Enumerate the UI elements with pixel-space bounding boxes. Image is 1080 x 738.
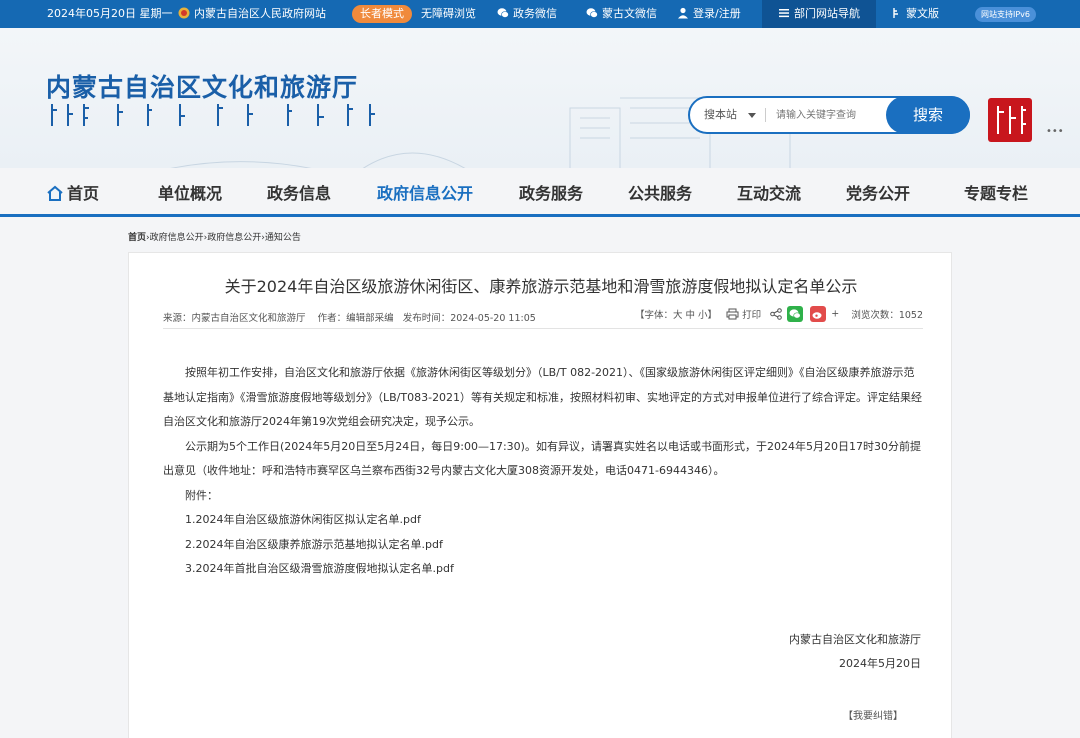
- signature-org: 内蒙古自治区文化和旅游厅: [789, 633, 921, 646]
- weibo-share-icon[interactable]: [810, 306, 827, 322]
- search-button[interactable]: 搜索: [886, 96, 970, 134]
- login-link[interactable]: 登录/注册: [677, 0, 741, 28]
- search-divider: [765, 108, 766, 122]
- breadcrumb-item[interactable]: ›政府信息公开: [204, 233, 262, 243]
- nav-item-special-topics[interactable]: 专题专栏: [964, 180, 1028, 204]
- attachment-link-3[interactable]: 3.2024年首批自治区级滑雪旅游度假地拟认定名单.pdf: [163, 557, 923, 582]
- site-title: 内蒙古自治区文化和旅游厅: [46, 73, 359, 102]
- mongolian-script-logotype: [51, 104, 375, 126]
- nav-item-public-service[interactable]: 公共服务: [628, 180, 692, 204]
- nav-item-gov-info[interactable]: 政务信息: [267, 180, 331, 204]
- breadcrumb-home[interactable]: 首页: [128, 233, 146, 243]
- attachment-label: 附件：: [185, 488, 218, 502]
- article-title: 关于2024年自治区级旅游休闲街区、康养旅游示范基地和滑雪旅游度假地拟认定名单公…: [224, 277, 858, 296]
- top-bar: 2024年05月20日 星期一 内蒙古自治区人民政府网站 长者模式 无障碍浏览 …: [0, 0, 1080, 28]
- more-share-plus[interactable]: +: [831, 309, 839, 320]
- view-count: 浏览次数：1052: [851, 310, 923, 321]
- gov-site-link[interactable]: 内蒙古自治区人民政府网站: [178, 0, 326, 28]
- font-size-switch[interactable]: 【字体：大 中 小】: [635, 310, 717, 321]
- mongolian-seal-logo: [988, 98, 1032, 142]
- article-body: 按照年初工作安排，自治区文化和旅游厅依据《旅游休闲街区等级划分》（LB/T 08…: [163, 361, 923, 582]
- date-text: 2024年05月20日 星期一: [47, 7, 173, 20]
- print-link[interactable]: 打印: [742, 310, 761, 321]
- dept-nav-link[interactable]: 部门网站导航: [778, 0, 860, 28]
- search-scope-select[interactable]: 搜本站: [704, 98, 737, 132]
- mongol-script-icon: [893, 8, 898, 18]
- search-box: 搜本站 搜索: [688, 96, 970, 134]
- elder-mode-button[interactable]: 长者模式: [352, 5, 412, 23]
- print-icon[interactable]: [726, 308, 739, 320]
- breadcrumb-item[interactable]: ›政府信息公开: [146, 233, 204, 243]
- wechat-icon: [586, 8, 598, 18]
- nav-item-overview[interactable]: 单位概况: [158, 180, 222, 204]
- signature-date: 2024年5月20日: [839, 657, 921, 670]
- meta-time: 发布时间：2024-05-20 11:05: [402, 313, 536, 324]
- nav-underline: [0, 214, 1080, 217]
- search-input[interactable]: [776, 104, 886, 126]
- home-icon: [47, 185, 63, 201]
- meta-source: 来源：内蒙古自治区文化和旅游厅: [163, 313, 306, 324]
- meta-author: 作者：编辑部采编: [317, 313, 394, 324]
- ipv6-badge: 网站支持IPv6: [975, 7, 1037, 22]
- mongol-wechat-link[interactable]: 蒙古文微信: [586, 0, 657, 28]
- article-card: 关于2024年自治区级旅游休闲街区、康养旅游示范基地和滑雪旅游度假地拟认定名单公…: [128, 252, 952, 738]
- menu-icon: [779, 9, 789, 18]
- nav-item-interaction[interactable]: 互动交流: [737, 180, 801, 204]
- breadcrumb-item[interactable]: ›通知公告: [261, 233, 301, 243]
- wechat-icon: [497, 8, 509, 18]
- chevron-down-icon: [748, 113, 756, 118]
- wechat-share-icon[interactable]: [787, 306, 804, 322]
- attachment-link-2[interactable]: 2.2024年自治区级康养旅游示范基地拟认定名单.pdf: [163, 533, 923, 558]
- nav-item-info-disclosure[interactable]: 政府信息公开: [377, 180, 473, 204]
- seal-mark-icon: [997, 106, 1026, 134]
- attachment-link-1[interactable]: 1.2024年自治区级旅游休闲街区拟认定名单.pdf: [163, 508, 923, 533]
- report-error-link[interactable]: 【我要纠错】: [843, 707, 903, 722]
- national-emblem-icon: [178, 7, 190, 19]
- nav-item-gov-service[interactable]: 政务服务: [519, 180, 583, 204]
- gov-wechat-link[interactable]: 政务微信: [497, 0, 557, 28]
- site-header: 内蒙古自治区文化和旅游厅 搜本站 搜索 •••: [0, 28, 1080, 168]
- share-icon[interactable]: [770, 308, 782, 320]
- accessible-link[interactable]: 无障碍浏览: [421, 0, 476, 28]
- breadcrumb: 首页›政府信息公开›政府信息公开›通知公告: [128, 230, 301, 243]
- share-dots-icon[interactable]: •••: [1046, 126, 1064, 137]
- mongol-version-link[interactable]: 蒙文版: [890, 0, 939, 28]
- article-meta: 来源：内蒙古自治区文化和旅游厅 作者：编辑部采编 发布时间：2024-05-20…: [163, 301, 923, 329]
- nav-item-party-affairs[interactable]: 党务公开: [846, 180, 910, 204]
- main-nav: 首页 单位概况 政务信息 政府信息公开 政务服务 公共服务 互动交流 党务公开 …: [0, 168, 1080, 214]
- paragraph-1: 按照年初工作安排，自治区文化和旅游厅依据《旅游休闲街区等级划分》（LB/T 08…: [163, 366, 923, 428]
- nav-item-home[interactable]: 首页: [46, 180, 99, 204]
- paragraph-2: 公示期为5个工作日(2024年5月20日至5月24日，每日9:00—17:30)…: [163, 439, 921, 478]
- user-icon: [678, 7, 688, 19]
